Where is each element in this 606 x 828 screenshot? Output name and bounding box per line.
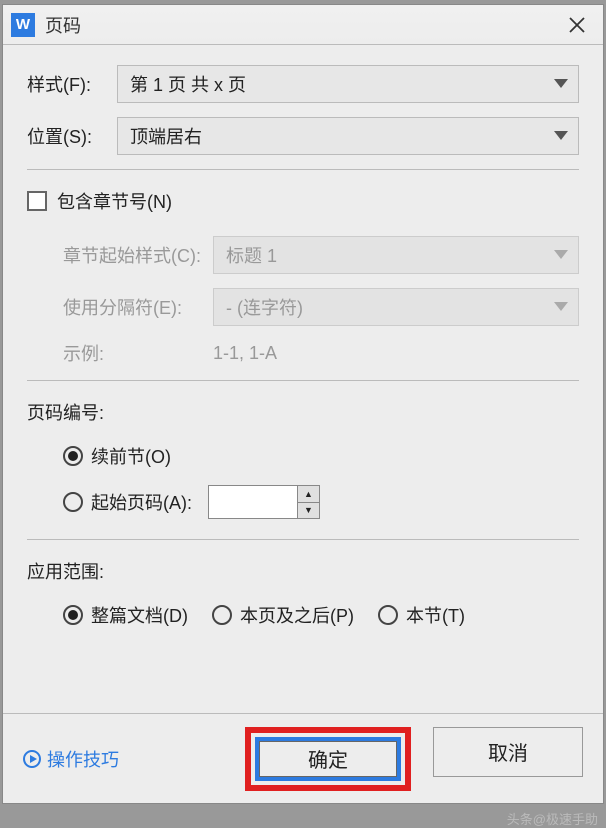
style-label: 样式(F): (27, 71, 117, 97)
watermark: 头条@极速手助 (507, 809, 598, 828)
divider (27, 169, 579, 170)
style-select[interactable]: 第 1 页 共 x 页 (117, 65, 579, 103)
caret-down-icon (554, 131, 568, 141)
position-select[interactable]: 顶端居右 (117, 117, 579, 155)
scope-this-section-radio[interactable] (378, 605, 398, 625)
style-value: 第 1 页 共 x 页 (130, 71, 246, 97)
scope-whole-doc-label: 整篇文档(D) (91, 602, 188, 628)
position-label: 位置(S): (27, 123, 117, 149)
app-icon: W (11, 13, 35, 37)
example-label: 示例: (63, 340, 213, 366)
scope-this-and-after-radio[interactable] (212, 605, 232, 625)
scope-whole-doc-radio[interactable] (63, 605, 83, 625)
ok-highlight: 确定 (245, 727, 411, 791)
scope-this-section[interactable]: 本节(T) (378, 602, 465, 628)
chapter-start-style-value: 标题 1 (226, 242, 277, 268)
separator-select: - (连字符) (213, 288, 579, 326)
close-icon (569, 17, 585, 33)
scope-section-title: 应用范围: (27, 558, 579, 584)
dialog-title: 页码 (45, 12, 557, 38)
scope-whole-doc[interactable]: 整篇文档(D) (63, 602, 188, 628)
divider (27, 539, 579, 540)
tips-label: 操作技巧 (47, 746, 119, 772)
example-value: 1-1, 1-A (213, 343, 277, 364)
position-value: 顶端居右 (130, 123, 202, 149)
start-at-input[interactable] (208, 485, 298, 519)
ok-button[interactable]: 确定 (259, 741, 397, 777)
include-chapter-label: 包含章节号(N) (57, 188, 172, 214)
spinner-down-button[interactable]: ▼ (298, 502, 319, 519)
play-icon (23, 750, 41, 768)
start-at-radio-label: 起始页码(A): (91, 489, 192, 515)
dialog-footer: 操作技巧 确定 取消 (3, 713, 603, 803)
numbering-section-title: 页码编号: (27, 399, 579, 425)
chapter-start-style-select: 标题 1 (213, 236, 579, 274)
titlebar: W 页码 (3, 5, 603, 45)
start-at-radio[interactable] (63, 492, 83, 512)
continue-radio-label: 续前节(O) (91, 443, 171, 469)
cancel-button[interactable]: 取消 (433, 727, 583, 777)
scope-this-and-after-label: 本页及之后(P) (240, 602, 354, 628)
caret-down-icon (554, 250, 568, 260)
close-button[interactable] (557, 10, 597, 40)
continue-radio[interactable] (63, 446, 83, 466)
separator-value: - (连字符) (226, 294, 303, 320)
include-chapter-checkbox[interactable] (27, 191, 47, 211)
tips-link[interactable]: 操作技巧 (23, 746, 119, 772)
scope-this-and-after[interactable]: 本页及之后(P) (212, 602, 354, 628)
caret-down-icon (554, 302, 568, 312)
caret-down-icon (554, 79, 568, 89)
page-number-dialog: W 页码 样式(F): 第 1 页 共 x 页 位置(S): 顶端居右 (2, 4, 604, 804)
separator-label: 使用分隔符(E): (63, 294, 213, 320)
chapter-start-style-label: 章节起始样式(C): (63, 242, 213, 268)
spinner-up-button[interactable]: ▲ (298, 486, 319, 502)
scope-this-section-label: 本节(T) (406, 602, 465, 628)
dialog-body: 样式(F): 第 1 页 共 x 页 位置(S): 顶端居右 包含章节号(N) (3, 45, 603, 713)
divider (27, 380, 579, 381)
